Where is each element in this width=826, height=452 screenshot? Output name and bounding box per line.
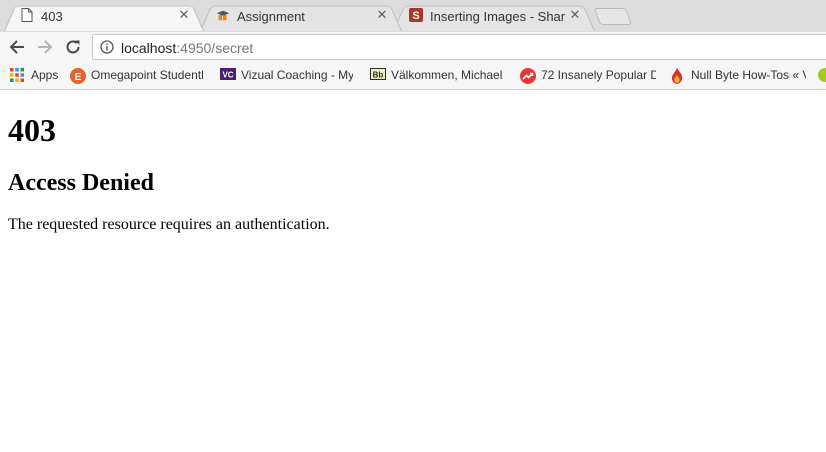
url-text[interactable]: localhost:4950/secret (121, 40, 253, 56)
bookmark-label: Apps (31, 68, 59, 82)
vc-icon: VC (220, 68, 236, 82)
reload-icon (66, 40, 80, 54)
toolbar: localhost:4950/secret (0, 32, 826, 62)
bookmarks-bar: Apps E Omegapoint Studentk VC Vizual Coa… (0, 62, 826, 90)
close-tab-icon[interactable]: ✕ (568, 8, 582, 22)
svg-text:VC: VC (222, 71, 233, 80)
svg-text:Bb: Bb (373, 71, 384, 80)
access-denied-heading: Access Denied (8, 170, 154, 196)
reload-button[interactable] (62, 36, 84, 58)
omegapoint-e-icon: E (70, 68, 86, 84)
forward-button[interactable] (34, 36, 56, 58)
bookmark-apps[interactable]: Apps (10, 67, 70, 85)
url-host: localhost (121, 40, 177, 56)
bookmark-omegapoint[interactable]: E Omegapoint Studentk (70, 67, 206, 85)
error-code-heading: 403 (8, 112, 56, 148)
back-button[interactable] (6, 36, 28, 58)
tab-title: Assignment (237, 9, 305, 24)
moodle-cap-icon (216, 8, 230, 22)
bookmark-null-byte[interactable]: Null Byte How-Tos « V (670, 67, 810, 85)
close-tab-icon[interactable]: ✕ (177, 8, 191, 22)
new-tab-button[interactable] (593, 8, 633, 25)
bookmark-72-insanely-popular[interactable]: 72 Insanely Popular D (520, 67, 658, 85)
address-bar[interactable]: localhost:4950/secret (92, 34, 826, 60)
page-content: 403 Access Denied The requested resource… (8, 90, 826, 452)
page-icon (20, 8, 34, 22)
sharelatex-s-icon: S (409, 8, 423, 22)
apps-grid-icon (10, 68, 24, 82)
trending-icon (520, 68, 536, 84)
url-path: :4950/secret (176, 40, 254, 56)
bookmark-label: Null Byte How-Tos « V (691, 68, 806, 82)
null-byte-icon (670, 68, 684, 84)
bookmark-label: 72 Insanely Popular D (541, 68, 656, 82)
back-arrow-icon (9, 40, 24, 54)
bookmark-label: Vizual Coaching - My (241, 68, 353, 82)
bookmark-vizual-coaching[interactable]: VC Vizual Coaching - My (220, 67, 356, 85)
svg-text:E: E (75, 72, 82, 83)
tab-title: Inserting Images - ShareL (430, 9, 565, 24)
bookmark-label: Välkommen, Michael - (391, 68, 503, 82)
tab-assignment[interactable]: Assignment ✕ (200, 2, 402, 32)
info-icon[interactable] (100, 40, 114, 54)
close-tab-icon[interactable]: ✕ (375, 8, 389, 22)
tab-403[interactable]: 403 ✕ (4, 2, 204, 32)
bookmark-blackboard[interactable]: Bb Välkommen, Michael - (370, 67, 506, 85)
spotify-icon (818, 68, 826, 82)
error-message: The requested resource requires an authe… (8, 216, 330, 233)
svg-text:S: S (412, 10, 419, 22)
tab-strip: 403 ✕ Assignment ✕ S Inserting Images - … (0, 0, 826, 33)
blackboard-icon: Bb (370, 68, 386, 82)
forward-arrow-icon (38, 40, 53, 54)
bookmark-label: Omegapoint Studentk (91, 68, 203, 82)
bookmark-overflow-partial[interactable] (818, 67, 826, 85)
tab-title: 403 (41, 9, 63, 24)
tab-inserting-images[interactable]: S Inserting Images - ShareL ✕ (393, 2, 595, 32)
